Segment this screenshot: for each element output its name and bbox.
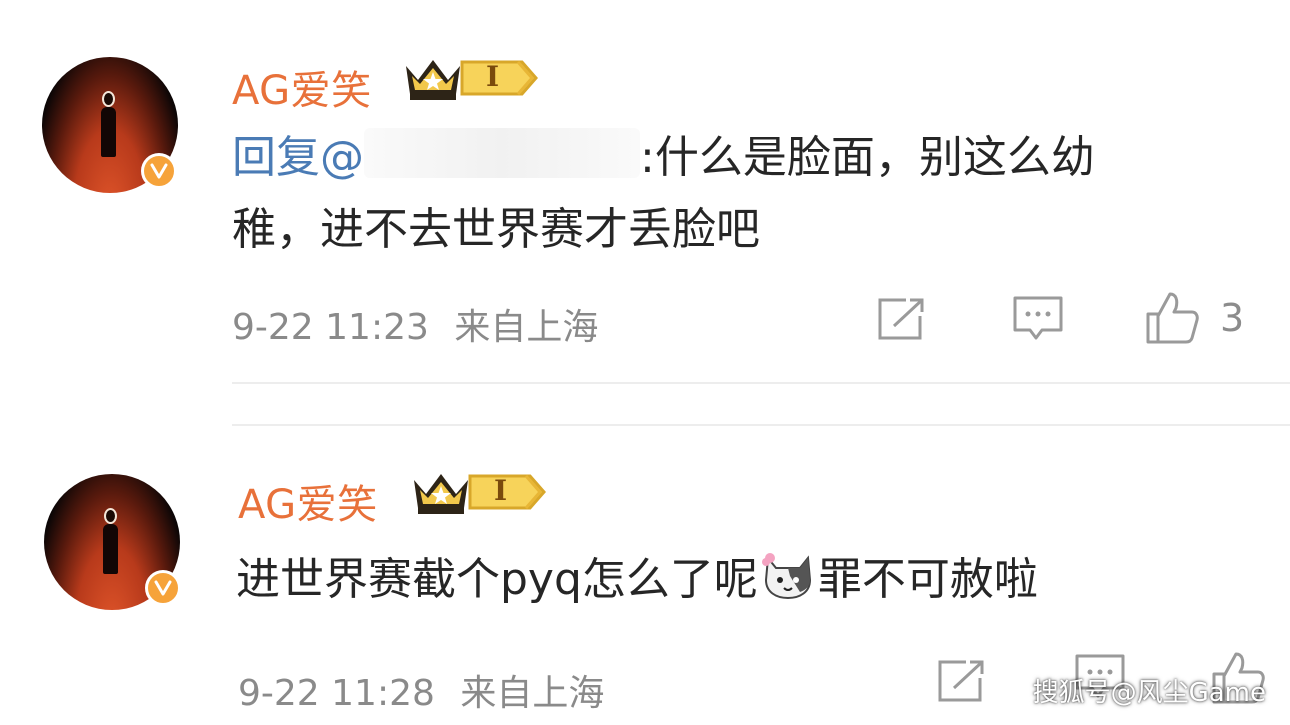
- comment-text-line-1: 进世界赛截个pyq怎么了呢 罪不可赦啦: [236, 548, 1038, 612]
- share-button[interactable]: [876, 296, 928, 342]
- rank-badge: I: [460, 58, 540, 98]
- divider: [232, 424, 1290, 426]
- divider: [232, 382, 1290, 384]
- location: 来自上海: [454, 307, 599, 348]
- comment-text-line-2: 稚，进不去世界赛才丢脸吧: [232, 204, 760, 255]
- comment-text-continued: 罪不可赦啦: [817, 554, 1038, 605]
- verified-v-badge-icon: [145, 570, 181, 606]
- avatar-figure: [98, 91, 120, 157]
- mention-prefix[interactable]: 回复@: [232, 132, 364, 183]
- reply-button[interactable]: [1012, 294, 1064, 344]
- comment-text: :什么是脸面，别这么幼: [640, 132, 1095, 183]
- rank-label: I: [494, 474, 508, 507]
- comment-icon: [1013, 296, 1063, 340]
- verified-v-badge-icon: [141, 153, 177, 189]
- timestamp: 9-22 11:23: [232, 307, 429, 348]
- avatar-figure: [100, 508, 122, 574]
- rank-label: I: [486, 60, 500, 93]
- crown-icon: [410, 468, 472, 516]
- like-count: 3: [1220, 296, 1245, 340]
- thumbs-up-icon: [1146, 292, 1199, 344]
- share-icon: [878, 298, 924, 340]
- redacted-username: [364, 128, 640, 178]
- comment-text-line-1: 回复@ :什么是脸面，别这么幼: [232, 126, 1095, 190]
- location: 来自上海: [460, 673, 605, 714]
- watermark: 搜狐号@风尘Game: [1032, 678, 1266, 708]
- comment-item: AG爱笑 I 回复@ :什么是脸面，别这么幼 稚，进不去世界赛才丢脸吧 9-22 …: [0, 0, 1290, 400]
- share-icon: [938, 660, 984, 702]
- username[interactable]: AG爱笑: [232, 58, 372, 116]
- share-button[interactable]: [936, 658, 988, 704]
- comment-meta: 9-22 11:28 来自上海: [238, 664, 604, 716]
- timestamp: 9-22 11:28: [238, 673, 435, 714]
- like-button[interactable]: 3: [1144, 290, 1244, 346]
- username[interactable]: AG爱笑: [238, 472, 378, 530]
- rank-badge: I: [468, 472, 548, 512]
- comment-meta: 9-22 11:23 来自上海: [232, 298, 598, 350]
- cat-face-emoji-icon: [760, 550, 816, 600]
- crown-icon: [402, 54, 464, 102]
- comment-text: 进世界赛截个pyq怎么了呢: [236, 554, 758, 605]
